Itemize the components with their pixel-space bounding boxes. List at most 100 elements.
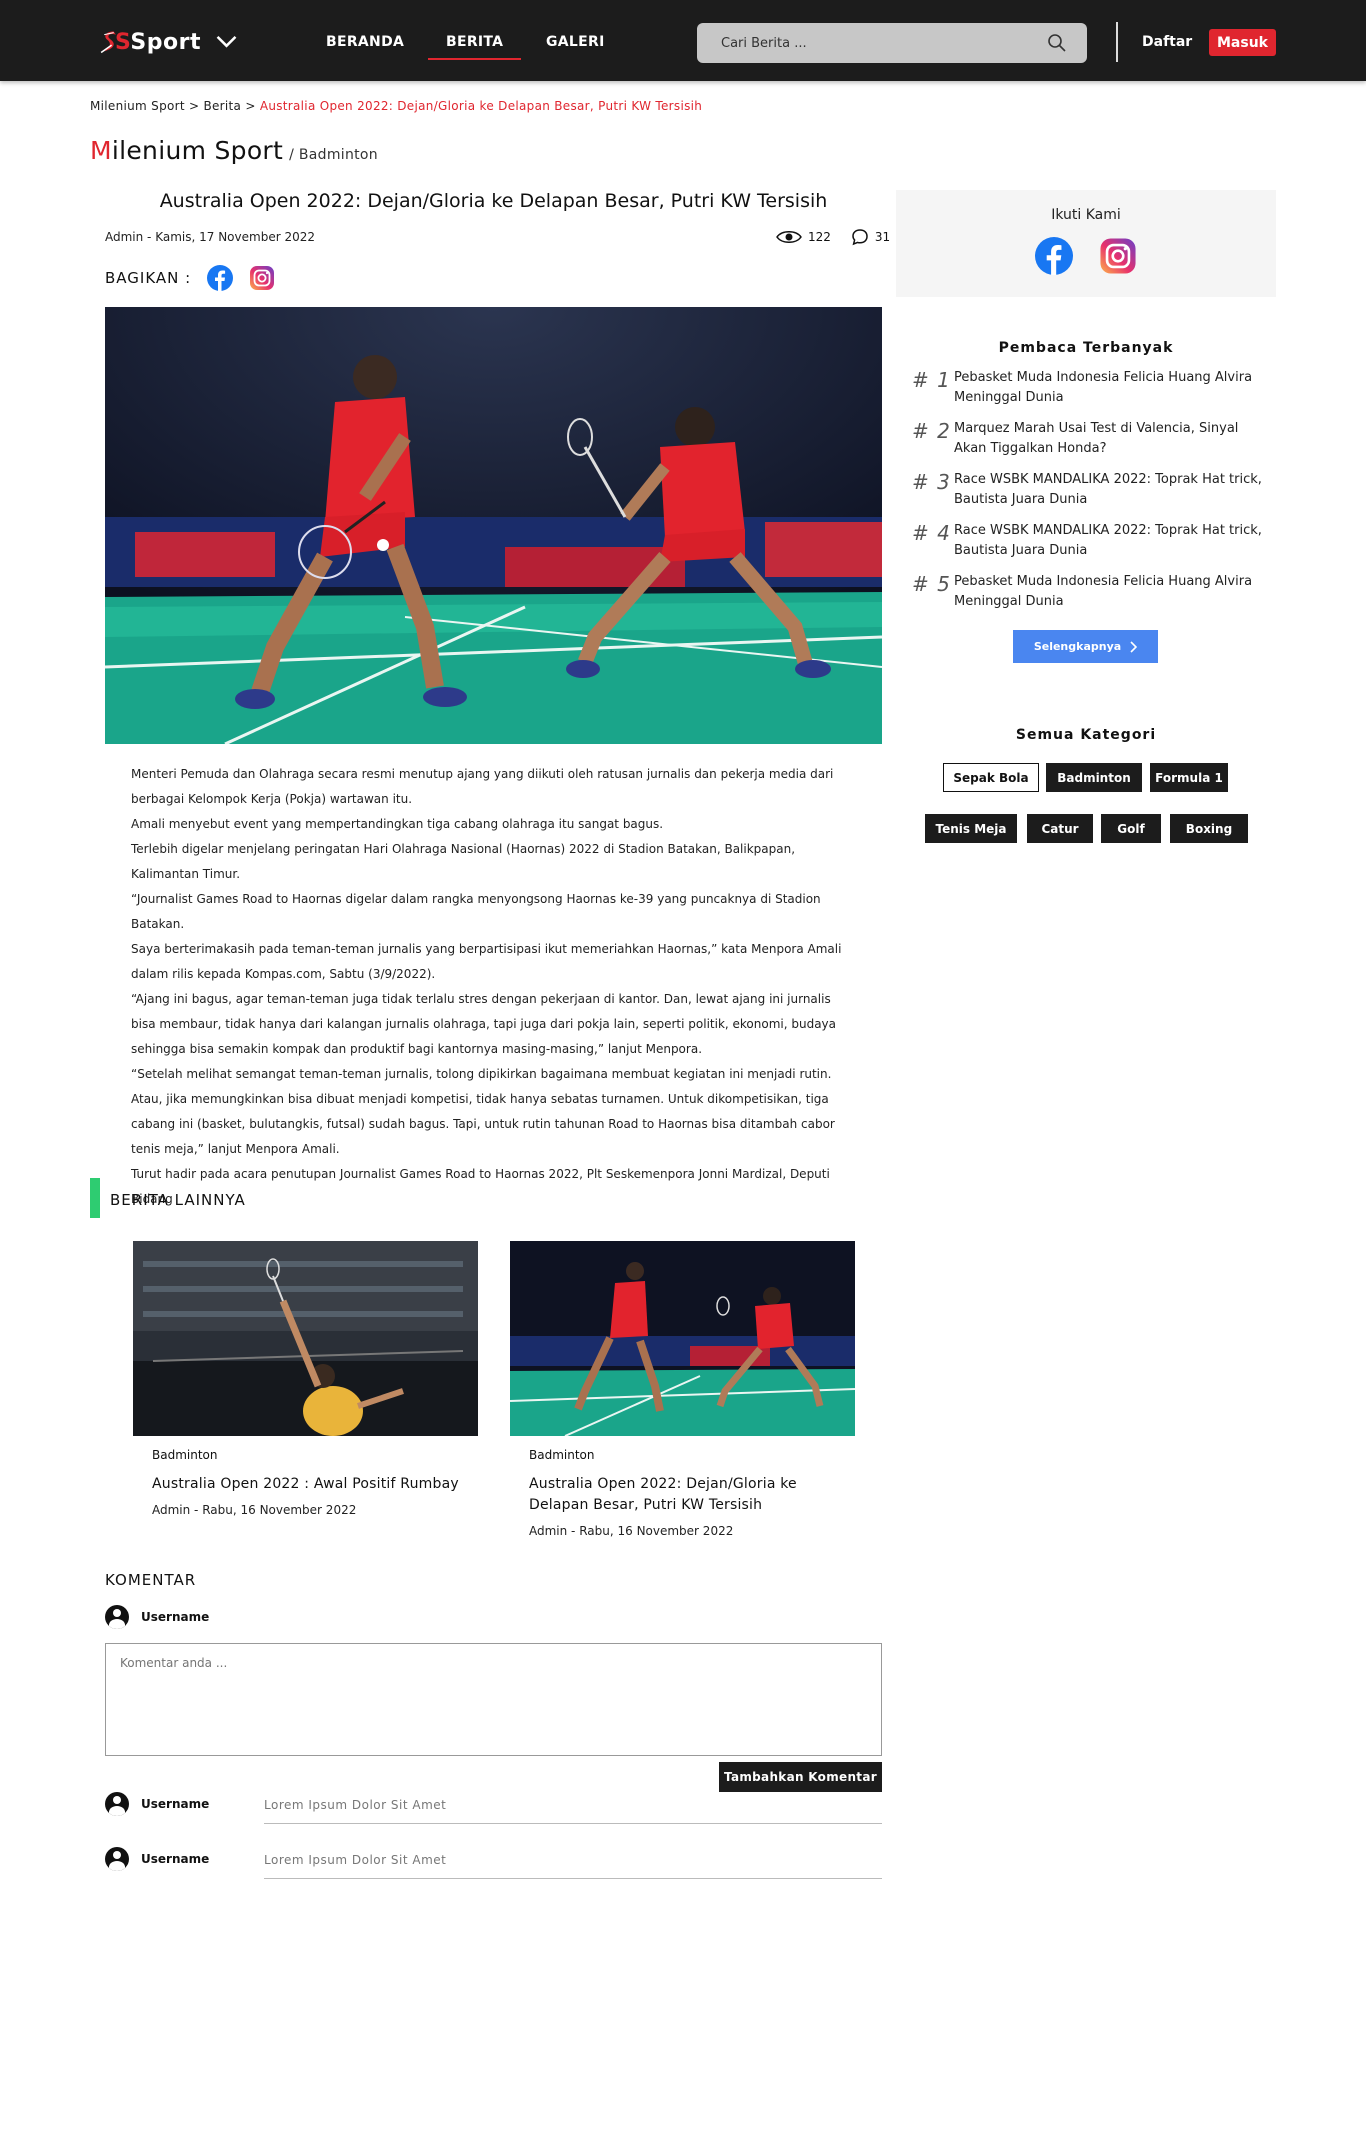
related-card[interactable]: Badminton Australia Open 2022 : Awal Pos… bbox=[133, 1241, 478, 1517]
search-placeholder: Cari Berita ... bbox=[721, 35, 807, 51]
section-title: Milenium Sport / Badminton bbox=[90, 136, 378, 165]
category-tag[interactable]: Boxing bbox=[1170, 814, 1248, 843]
current-username: Username bbox=[141, 1610, 210, 1624]
follow-title: Ikuti Kami bbox=[1051, 207, 1121, 223]
categories-heading: Semua Kategori bbox=[1015, 727, 1157, 743]
category-tag[interactable]: Badminton bbox=[1046, 763, 1142, 792]
logo-text: SSport bbox=[115, 29, 201, 55]
comment-text: Lorem Ipsum Dolor Sit Amet bbox=[264, 1853, 447, 1867]
popular-item[interactable]: # 5 Pebasket Muda Indonesia Felicia Huan… bbox=[912, 572, 1264, 612]
related-card-category: Badminton bbox=[152, 1448, 218, 1462]
related-card-image[interactable] bbox=[133, 1241, 478, 1436]
comment-divider bbox=[264, 1823, 882, 1824]
search-input[interactable]: Cari Berita ... bbox=[697, 23, 1087, 63]
category-tag[interactable]: Golf bbox=[1101, 814, 1161, 843]
follow-icons bbox=[896, 237, 1276, 275]
breadcrumb-sep: > bbox=[241, 99, 260, 113]
article-paragraph: Saya berterimakasih pada teman-teman jur… bbox=[131, 942, 842, 981]
popular-rank: # 2 bbox=[912, 419, 951, 443]
article-hero-image bbox=[105, 307, 882, 744]
category-tag[interactable]: Catur bbox=[1027, 814, 1093, 843]
facebook-icon[interactable] bbox=[1035, 237, 1073, 275]
instagram-icon[interactable] bbox=[1099, 237, 1137, 275]
popular-item[interactable]: # 1 Pebasket Muda Indonesia Felicia Huan… bbox=[912, 368, 1264, 408]
see-more-label: Selengkapnya bbox=[1033, 640, 1122, 653]
instagram-icon[interactable] bbox=[249, 265, 275, 291]
facebook-icon[interactable] bbox=[207, 265, 234, 291]
chevron-right-icon bbox=[1130, 640, 1138, 653]
popular-title[interactable]: Marquez Marah Usai Test di Valencia, Sin… bbox=[954, 419, 1264, 459]
article-paragraph: Amali menyebut event yang mempertandingk… bbox=[131, 817, 664, 831]
chevron-down-icon[interactable] bbox=[215, 18, 238, 66]
popular-title[interactable]: Pebasket Muda Indonesia Felicia Huang Al… bbox=[954, 368, 1264, 408]
user-avatar-icon bbox=[105, 1847, 129, 1871]
popular-item[interactable]: # 4 Race WSBK MANDALIKA 2022: Toprak Hat… bbox=[912, 521, 1264, 561]
comment-username: Username bbox=[141, 1797, 210, 1811]
popular-heading: Pembaca Terbanyak bbox=[998, 340, 1174, 356]
article-meta: Admin - Kamis, 17 November 2022 bbox=[105, 230, 315, 244]
related-accent-bar bbox=[90, 1178, 100, 1218]
comments-heading: KOMENTAR bbox=[105, 1571, 197, 1589]
see-more-button[interactable]: Selengkapnya bbox=[1013, 630, 1158, 663]
related-card-image[interactable] bbox=[510, 1241, 855, 1436]
related-heading: BERITA LAINNYA bbox=[110, 1191, 246, 1209]
nav-galeri[interactable]: GALERI bbox=[546, 34, 605, 50]
share-bar: BAGIKAN : bbox=[105, 265, 275, 291]
comment-username: Username bbox=[141, 1852, 210, 1866]
related-card[interactable]: Badminton Australia Open 2022: Dejan/Glo… bbox=[510, 1241, 855, 1538]
article-stats: 122 31 bbox=[776, 228, 890, 246]
comment-text: Lorem Ipsum Dolor Sit Amet bbox=[264, 1798, 447, 1812]
article-paragraph: “Journalist Games Road to Haornas digela… bbox=[131, 892, 821, 931]
section-title-initial: M bbox=[90, 136, 112, 165]
related-card-category: Badminton bbox=[529, 1448, 595, 1462]
popular-item[interactable]: # 2 Marquez Marah Usai Test di Valencia,… bbox=[912, 419, 1264, 459]
comment-icon bbox=[852, 229, 868, 246]
related-card-title[interactable]: Australia Open 2022 : Awal Positif Rumba… bbox=[152, 1474, 462, 1495]
comment-count: 31 bbox=[874, 230, 891, 244]
popular-title[interactable]: Race WSBK MANDALIKA 2022: Toprak Hat tri… bbox=[954, 521, 1264, 561]
popular-rank: # 4 bbox=[912, 521, 951, 545]
logo-word: Sport bbox=[130, 29, 201, 55]
article-paragraph: Menteri Pemuda dan Olahraga secara resmi… bbox=[131, 767, 834, 806]
comment-item: Username bbox=[105, 1792, 209, 1816]
popular-rank: # 3 bbox=[912, 470, 951, 494]
popular-rank: # 1 bbox=[912, 368, 951, 392]
article-paragraph: “Ajang ini bagus, agar teman-teman juga … bbox=[131, 992, 837, 1056]
breadcrumb-section[interactable]: Berita bbox=[203, 99, 241, 113]
nav-beranda[interactable]: BERANDA bbox=[326, 34, 404, 50]
popular-item[interactable]: # 3 Race WSBK MANDALIKA 2022: Toprak Hat… bbox=[912, 470, 1264, 510]
add-comment-button[interactable]: Tambahkan Komentar bbox=[719, 1762, 882, 1792]
popular-title[interactable]: Race WSBK MANDALIKA 2022: Toprak Hat tri… bbox=[954, 470, 1264, 510]
related-card-meta: Admin - Rabu, 16 November 2022 bbox=[152, 1503, 357, 1517]
category-tag[interactable]: Tenis Meja bbox=[925, 814, 1017, 843]
comment-item: Username bbox=[105, 1847, 209, 1871]
user-avatar-icon bbox=[105, 1792, 129, 1816]
breadcrumb: Milenium Sport > Berita > Australia Open… bbox=[90, 99, 702, 113]
article-body: Menteri Pemuda dan Olahraga secara resmi… bbox=[131, 762, 851, 1212]
popular-title[interactable]: Pebasket Muda Indonesia Felicia Huang Al… bbox=[954, 572, 1264, 612]
category-tag[interactable]: Sepak Bola bbox=[943, 763, 1039, 792]
site-logo[interactable]: SSport bbox=[98, 18, 238, 66]
section-subcategory[interactable]: / Badminton bbox=[289, 147, 378, 163]
comment-divider bbox=[264, 1878, 882, 1879]
view-count: 122 bbox=[808, 230, 831, 244]
header-divider bbox=[1116, 22, 1118, 62]
category-tag[interactable]: Formula 1 bbox=[1150, 763, 1228, 792]
related-card-meta: Admin - Rabu, 16 November 2022 bbox=[529, 1524, 734, 1538]
comment-input[interactable] bbox=[105, 1643, 882, 1756]
search-icon[interactable] bbox=[1047, 33, 1067, 53]
top-header: SSport BERANDA BERITA GALERI Cari Berita… bbox=[0, 0, 1366, 81]
article-paragraph: Terlebih digelar menjelang peringatan Ha… bbox=[131, 842, 796, 881]
related-card-title[interactable]: Australia Open 2022: Dejan/Gloria ke Del… bbox=[529, 1474, 839, 1516]
breadcrumb-current: Australia Open 2022: Dejan/Gloria ke Del… bbox=[259, 99, 703, 113]
eye-icon bbox=[776, 231, 802, 243]
popular-rank: # 5 bbox=[912, 572, 951, 596]
share-label: BAGIKAN : bbox=[105, 269, 192, 287]
masuk-button[interactable]: Masuk bbox=[1209, 29, 1276, 56]
breadcrumb-sep: > bbox=[184, 99, 204, 113]
current-user: Username bbox=[105, 1605, 209, 1629]
daftar-link[interactable]: Daftar bbox=[1142, 34, 1192, 50]
breadcrumb-home[interactable]: Milenium Sport bbox=[90, 99, 185, 113]
article-title: Australia Open 2022: Dejan/Gloria ke Del… bbox=[159, 190, 828, 212]
nav-berita[interactable]: BERITA bbox=[427, 34, 522, 60]
